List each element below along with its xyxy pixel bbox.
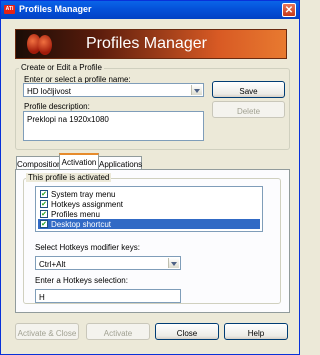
profile-description-field[interactable]: Preklopi na 1920x1080 [23,111,204,141]
modifier-keys-label: Select Hotkeys modifier keys: [35,243,140,252]
tab-activation[interactable]: Activation [59,153,99,170]
create-edit-legend: Create or Edit a Profile [19,63,104,72]
profile-description-label: Profile description: [24,102,90,111]
chevron-down-icon[interactable] [168,258,179,268]
checkbox-checked-icon[interactable]: ✔ [40,220,48,228]
tab-composition[interactable]: Composition [16,156,62,169]
banner-title: Profiles Manager [86,35,207,52]
checkbox-checked-icon[interactable]: ✔ [40,200,48,208]
close-button[interactable]: Close [155,323,219,340]
hotkey-selection-field[interactable]: H [35,289,181,303]
activation-options-list: ✔ System tray menu ✔ Hotkeys assignment … [35,186,263,232]
tab-applications[interactable]: Applications [98,156,142,169]
help-button[interactable]: Help [224,323,288,340]
title-bar[interactable]: ATI Profiles Manager ✕ [1,1,299,19]
delete-button-label: Delete [236,107,261,116]
profile-name-combo[interactable]: HD ločljivost [23,83,204,97]
ati-logo-icon: ATI [4,5,15,14]
profile-name-value: HD ločljivost [27,87,72,96]
activate-button[interactable]: Activate [86,323,150,340]
activation-tab-panel: This profile is activated ✔ System tray … [15,169,290,313]
checkbox-checked-icon[interactable]: ✔ [40,210,48,218]
modifier-keys-combo[interactable]: Ctrl+Alt [35,256,181,270]
chevron-down-icon[interactable] [191,85,202,95]
hotkey-selection-value: H [39,293,45,302]
help-label: Help [247,329,265,338]
tab-activation-label: Activation [61,158,97,167]
list-item-desktop-shortcut[interactable]: ✔ Desktop shortcut [38,219,260,229]
activate-label: Activate [103,329,133,338]
save-button-label: Save [239,87,258,96]
banner-graphic-icon [38,35,52,55]
list-item-label: Profiles menu [51,210,100,219]
list-item-profiles-menu[interactable]: ✔ Profiles menu [38,209,260,219]
window-title: Profiles Manager [19,4,92,14]
list-item-system-tray-menu[interactable]: ✔ System tray menu [38,189,260,199]
checkbox-checked-icon[interactable]: ✔ [40,190,48,198]
save-button[interactable]: Save [212,81,285,98]
profile-description-value: Preklopi na 1920x1080 [27,115,109,124]
list-item-label: Hotkeys assignment [51,200,124,209]
close-label: Close [176,329,198,338]
header-banner: Profiles Manager [15,29,287,59]
list-item-label: Desktop shortcut [51,220,112,229]
list-item-label: System tray menu [51,190,116,199]
close-window-button[interactable]: ✕ [282,3,296,17]
profiles-manager-window: ATI Profiles Manager ✕ Profiles Manager … [0,0,300,355]
hotkey-selection-label: Enter a Hotkeys selection: [35,276,128,285]
list-item-hotkeys-assignment[interactable]: ✔ Hotkeys assignment [38,199,260,209]
modifier-keys-value: Ctrl+Alt [39,260,66,269]
profile-activated-legend: This profile is activated [26,173,112,182]
activate-and-close-button[interactable]: Activate & Close [15,323,79,340]
tab-composition-label: Composition [17,160,62,169]
activate-and-close-label: Activate & Close [17,329,77,338]
delete-button[interactable]: Delete [212,101,285,118]
tab-applications-label: Applications [99,160,143,169]
